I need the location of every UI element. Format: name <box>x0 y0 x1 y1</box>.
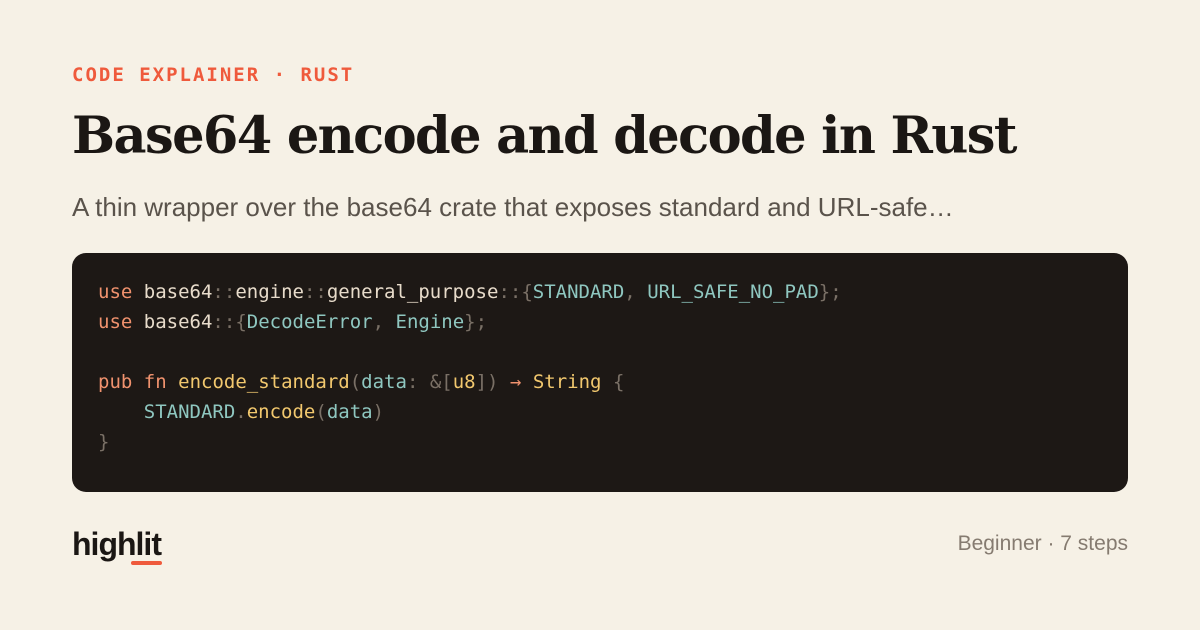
code-token: :: <box>303 281 327 303</box>
code-token: }; <box>818 281 842 303</box>
code-line: use base64::{DecodeError, Engine}; <box>98 307 842 337</box>
code-token: data <box>361 371 407 393</box>
code-token: general_purpose <box>326 281 499 303</box>
code-token: &[ <box>429 371 453 393</box>
code-token: base64 <box>143 281 213 303</box>
code-token: DecodeError <box>246 311 373 333</box>
code-token: { <box>235 311 247 333</box>
code-block: use base64::engine::general_purpose::{ST… <box>98 277 842 457</box>
code-token: { <box>521 281 533 303</box>
code-token: , <box>624 281 648 303</box>
code-card: use base64::engine::general_purpose::{ST… <box>72 253 1128 492</box>
code-token: fn <box>143 371 167 393</box>
code-token: URL_SAFE_NO_PAD <box>647 281 819 303</box>
code-line: use base64::engine::general_purpose::{ST… <box>98 277 842 307</box>
meta-info: Beginner · 7 steps <box>957 532 1128 555</box>
code-line: STANDARD.encode(data) <box>98 397 842 427</box>
code-token: encode <box>246 401 316 423</box>
code-token: use <box>98 281 133 303</box>
code-token: engine <box>235 281 304 303</box>
code-token: . <box>235 401 247 423</box>
code-token: , <box>372 311 396 333</box>
code-token: use <box>98 311 133 333</box>
code-token: ( <box>315 401 327 423</box>
highlit-logo[interactable]: highlit <box>72 526 162 563</box>
code-token: :: <box>212 311 236 333</box>
code-token: → <box>509 371 522 393</box>
code-line: } <box>98 427 842 457</box>
code-token: }; <box>464 311 488 333</box>
code-token: : <box>406 371 430 393</box>
code-token: Engine <box>395 311 465 333</box>
code-token: STANDARD <box>143 401 236 423</box>
code-token: ( <box>349 371 362 393</box>
code-token: data <box>326 401 373 423</box>
code-line: pub fn encode_standard(data: &[u8]) → St… <box>98 367 842 397</box>
code-token: u8 <box>452 371 476 393</box>
code-token: } <box>98 431 110 453</box>
logo-underline <box>131 561 162 565</box>
code-token: base64 <box>143 311 213 333</box>
page-subtitle: A thin wrapper over the base64 crate tha… <box>72 192 954 222</box>
page-title: Base64 encode and decode in Rust <box>72 106 1017 166</box>
code-token: pub <box>98 371 133 393</box>
code-token: String <box>532 371 602 393</box>
code-token: :: <box>498 281 522 303</box>
code-token: encode_standard <box>178 371 350 393</box>
eyebrow-label: CODE EXPLAINER · RUST <box>72 64 355 86</box>
code-token: STANDARD <box>532 281 625 303</box>
code-token: :: <box>212 281 236 303</box>
code-token: ) <box>372 401 385 423</box>
code-token: { <box>612 371 625 393</box>
code-token: ]) <box>475 371 499 393</box>
